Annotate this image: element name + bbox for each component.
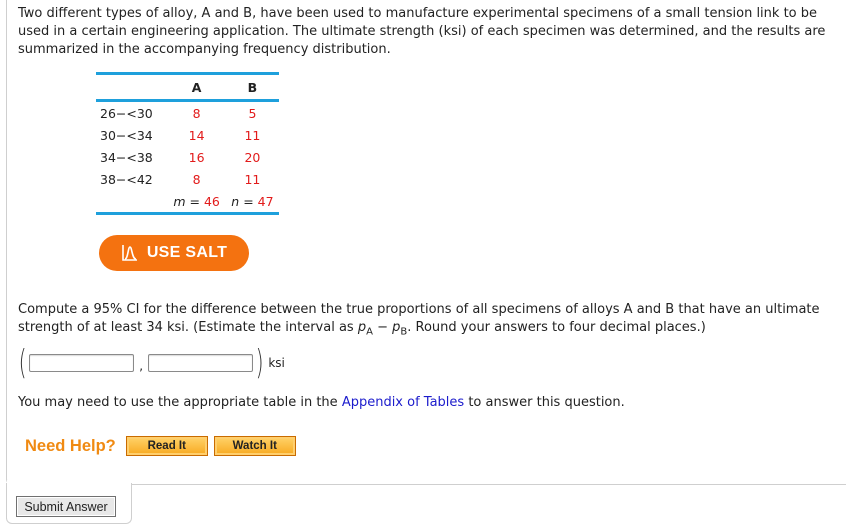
count-a: 8 [192, 105, 201, 121]
frequency-table: A B 26−<30 8 5 30−<34 14 11 34−<38 16 20… [96, 72, 279, 215]
header-interval [96, 73, 168, 102]
ci-lower-input[interactable] [29, 354, 135, 372]
appendix-after: to answer this question. [464, 395, 625, 410]
minus-sign: − [372, 320, 393, 335]
m-eq: = [185, 193, 204, 209]
count-a: 14 [188, 127, 205, 143]
totals-row: m = 46 n = 47 [96, 190, 279, 214]
appendix-of-tables-link[interactable]: Appendix of Tables [342, 395, 464, 410]
use-salt-button[interactable]: USE SALT [99, 235, 249, 271]
m-symbol: m [173, 193, 186, 209]
interval-label: 26−<30 [100, 105, 153, 121]
header-b: B [225, 73, 279, 102]
total-n: n = 47 [226, 190, 279, 214]
salt-curve-icon [122, 245, 137, 261]
need-help-bar: Need Help? Read It Watch It [25, 436, 302, 456]
table-row: 34−<38 16 20 [96, 146, 279, 168]
submit-answer-button[interactable]: Submit Answer [16, 496, 116, 517]
unit-label: ksi [268, 356, 285, 370]
problem-intro: Two different types of alloy, A and B, h… [18, 6, 826, 57]
subscript-a: A [366, 326, 373, 338]
table-row: 26−<30 8 5 [96, 101, 279, 125]
interval-label: 34−<38 [100, 149, 153, 165]
table-row: 30−<34 14 11 [96, 124, 279, 146]
p-symbol-a: p [357, 320, 367, 335]
read-it-button[interactable]: Read It [125, 436, 208, 456]
table-header-row: A B [96, 73, 279, 102]
table-row: 38−<42 8 11 [96, 168, 279, 190]
interval-label: 30−<34 [100, 127, 153, 143]
use-salt-label: USE SALT [146, 244, 228, 261]
close-paren: ) [255, 343, 264, 383]
count-b: 11 [244, 171, 261, 187]
interval-label: 38−<42 [100, 171, 153, 187]
watch-it-button[interactable]: Watch It [213, 436, 296, 456]
count-a: 8 [192, 171, 201, 187]
totals-spacer [96, 190, 167, 214]
count-a: 16 [188, 149, 205, 165]
n-value: 47 [257, 193, 274, 209]
total-m: m = 46 [167, 190, 225, 214]
comma-separator: , [139, 359, 144, 373]
appendix-note: You may need to use the appropriate tabl… [18, 395, 625, 410]
count-b: 5 [248, 105, 257, 121]
open-paren: ( [18, 343, 27, 383]
m-value: 46 [203, 193, 220, 209]
question-part2: . Round your answers to four decimal pla… [407, 320, 706, 335]
count-b: 11 [244, 127, 261, 143]
need-help-label: Need Help? [25, 436, 116, 455]
count-b: 20 [244, 149, 261, 165]
question-text: Compute a 95% CI for the difference betw… [18, 301, 838, 342]
header-a: A [167, 73, 226, 102]
ci-answer-row: ( , ) ksi [16, 345, 285, 381]
appendix-before: You may need to use the appropriate tabl… [18, 395, 342, 410]
n-eq: = [239, 193, 258, 209]
ci-upper-input[interactable] [148, 354, 254, 372]
